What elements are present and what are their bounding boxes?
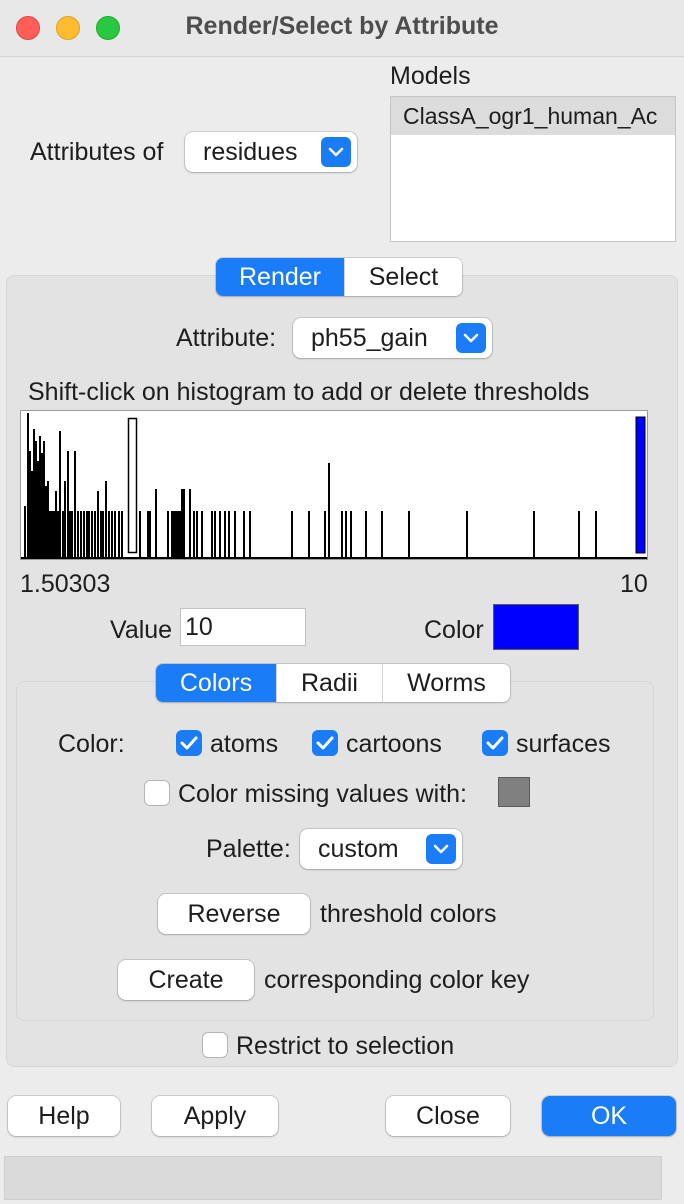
palette-value: custom	[318, 834, 399, 863]
render-select-tabs: Render Select	[216, 258, 462, 296]
reverse-description: threshold colors	[320, 900, 497, 928]
models-label: Models	[390, 62, 471, 90]
attributes-of-label: Attributes of	[30, 138, 164, 166]
help-button[interactable]: Help	[8, 1096, 120, 1136]
title-bar: Render/Select by Attribute	[0, 0, 684, 57]
attributes-of-popup[interactable]: residues	[185, 132, 357, 172]
tab-radii[interactable]: Radii	[276, 664, 382, 702]
restrict-to-selection-label: Restrict to selection	[236, 1032, 455, 1060]
value-label: Value	[110, 616, 173, 644]
attribute-label: Attribute:	[176, 324, 277, 352]
tab-worms[interactable]: Worms	[382, 664, 510, 702]
color-missing-values-checkbox[interactable]	[144, 780, 170, 806]
cartoons-checkbox[interactable]	[312, 730, 338, 756]
chevron-down-icon	[426, 834, 456, 864]
style-tabs: Colors Radii Worms	[156, 664, 510, 702]
histogram[interactable]	[20, 410, 648, 560]
threshold-color-well[interactable]	[493, 604, 579, 650]
models-list[interactable]: ClassA_ogr1_human_Ac	[390, 96, 676, 242]
palette-popup[interactable]: custom	[300, 829, 462, 869]
restrict-to-selection-checkbox[interactable]	[202, 1032, 228, 1058]
attribute-value: ph55_gain	[311, 323, 428, 352]
create-key-description: corresponding color key	[264, 966, 530, 994]
histogram-min-label: 1.50303	[20, 570, 111, 598]
close-button[interactable]: Close	[386, 1096, 510, 1136]
create-color-key-button[interactable]: Create	[118, 960, 254, 1000]
chevron-down-icon	[321, 137, 351, 167]
checkmark-icon	[316, 736, 334, 750]
apply-button[interactable]: Apply	[152, 1096, 278, 1136]
atoms-checkbox[interactable]	[176, 730, 202, 756]
tab-select[interactable]: Select	[344, 258, 462, 296]
chevron-down-icon	[456, 323, 486, 353]
missing-values-color-well[interactable]	[498, 777, 530, 807]
histogram-bars	[21, 413, 647, 559]
checkmark-icon	[180, 736, 198, 750]
checkmark-icon	[486, 736, 504, 750]
histogram-max-label: 10	[620, 570, 648, 598]
window-title: Render/Select by Attribute	[185, 12, 499, 40]
value-field[interactable]: 10	[180, 608, 306, 646]
color-missing-values-label: Color missing values with:	[178, 780, 467, 808]
surfaces-label: surfaces	[516, 730, 611, 758]
status-bar	[4, 1156, 662, 1200]
attributes-of-value: residues	[203, 137, 298, 166]
histogram-instruction: Shift-click on histogram to add or delet…	[28, 378, 590, 406]
palette-label: Palette:	[206, 835, 291, 863]
color-targets-label: Color:	[58, 730, 125, 758]
cartoons-label: cartoons	[346, 730, 442, 758]
color-label: Color	[424, 616, 484, 644]
tab-render[interactable]: Render	[216, 258, 344, 296]
atoms-label: atoms	[210, 730, 279, 758]
value-field-text: 10	[185, 612, 213, 641]
ok-button[interactable]: OK	[542, 1096, 676, 1136]
attribute-popup[interactable]: ph55_gain	[293, 318, 492, 358]
models-list-item[interactable]: ClassA_ogr1_human_Ac	[391, 97, 675, 135]
tab-colors[interactable]: Colors	[156, 664, 276, 702]
surfaces-checkbox[interactable]	[482, 730, 508, 756]
reverse-button[interactable]: Reverse	[158, 894, 310, 934]
